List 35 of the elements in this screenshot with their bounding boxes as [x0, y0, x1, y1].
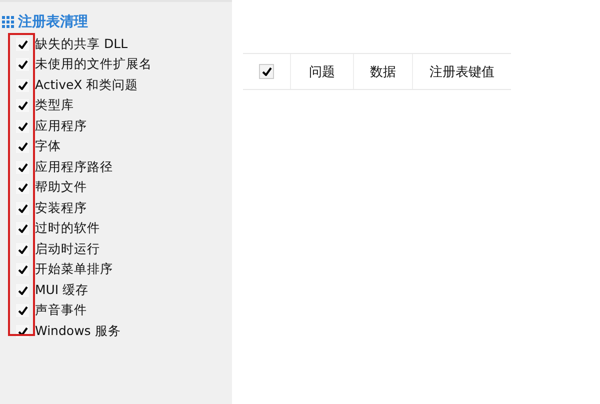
checkbox[interactable] — [16, 140, 29, 154]
checkbox[interactable] — [16, 304, 29, 318]
checkbox[interactable] — [16, 58, 29, 72]
checkbox-label[interactable]: ActiveX 和类问题 — [35, 76, 138, 94]
checkbox[interactable] — [16, 38, 29, 51]
checkbox-label[interactable]: 缺失的共享 DLL — [35, 36, 128, 53]
checkbox-label[interactable]: 帮助文件 — [35, 179, 87, 196]
checkbox[interactable] — [16, 78, 29, 92]
checkbox-label[interactable]: 未使用的文件扩展名 — [35, 56, 152, 74]
checkbox[interactable] — [16, 181, 29, 194]
checkbox[interactable] — [16, 263, 29, 276]
checkbox[interactable] — [16, 160, 29, 174]
checkbox[interactable] — [16, 222, 29, 236]
checkbox-label[interactable]: 启动时运行 — [35, 240, 100, 258]
checkbox-label[interactable]: 类型库 — [35, 97, 74, 114]
checkbox-label[interactable]: 过时的软件 — [35, 220, 100, 238]
checkbox[interactable] — [16, 99, 29, 112]
checkbox-label[interactable]: Windows 服务 — [35, 322, 121, 340]
checkbox-label[interactable]: 应用程序路径 — [35, 158, 113, 176]
column-header[interactable]: 问题 — [309, 62, 335, 80]
checkbox-label[interactable]: 字体 — [35, 138, 61, 156]
column-header[interactable]: 数据 — [370, 62, 396, 80]
column-header[interactable]: 注册表键值 — [430, 62, 494, 80]
checkbox[interactable] — [16, 202, 29, 215]
checkbox-label[interactable]: 安装程序 — [35, 200, 87, 217]
checkbox[interactable] — [16, 284, 29, 297]
checkbox-label[interactable]: 开始菜单排序 — [35, 261, 113, 278]
checkbox-label[interactable]: 应用程序 — [35, 118, 87, 135]
checkbox-label[interactable]: MUI 缓存 — [35, 282, 89, 299]
section-title: 注册表清理 — [18, 13, 88, 31]
checkbox[interactable] — [16, 242, 29, 256]
grid-icon — [2, 16, 14, 28]
select-all-checkbox[interactable] — [259, 64, 274, 79]
checkbox-label[interactable]: 声音事件 — [35, 302, 87, 320]
checkbox[interactable] — [16, 120, 29, 133]
